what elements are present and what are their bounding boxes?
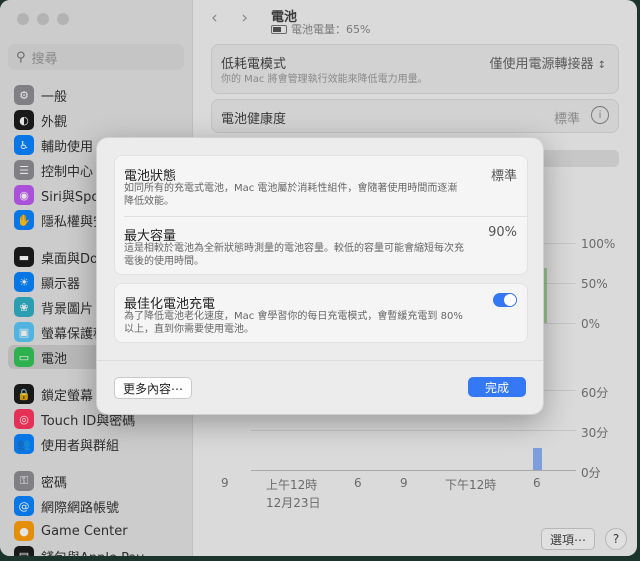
- health-info-group: 電池狀態 標準 如同所有的充電式電池，Mac 電池屬於消耗性組件，會隨著使用時間…: [114, 155, 528, 275]
- max-capacity-description: 這是相較於電池為全新狀態時測量的電池容量。較低的容量可能會縮短每次充電後的使用時…: [124, 243, 464, 267]
- optimized-charging-toggle[interactable]: [493, 293, 517, 307]
- battery-status-value: 標準: [490, 169, 517, 184]
- done-button[interactable]: 完成: [468, 377, 526, 397]
- dialog-divider: [97, 360, 543, 361]
- max-capacity-value: 90%: [488, 225, 517, 240]
- more-info-button[interactable]: 更多內容⋯: [114, 377, 193, 399]
- battery-status-description: 如同所有的充電式電池，Mac 電池屬於消耗性組件，會隨著使用時間而逐漸降低效能。: [124, 183, 458, 207]
- divider: [124, 216, 527, 217]
- optimized-charging-description: 為了降低電池老化速度，Mac 會學習你的每日充電模式，會暫緩充電到 80% 以上…: [124, 311, 463, 335]
- battery-health-dialog: 電池狀態 標準 如同所有的充電式電池，Mac 電池屬於消耗性組件，會隨著使用時間…: [96, 137, 544, 415]
- optimized-charging-group: 最佳化電池充電 為了降低電池老化速度，Mac 會學習你的每日充電模式，會暫緩充電…: [114, 283, 528, 343]
